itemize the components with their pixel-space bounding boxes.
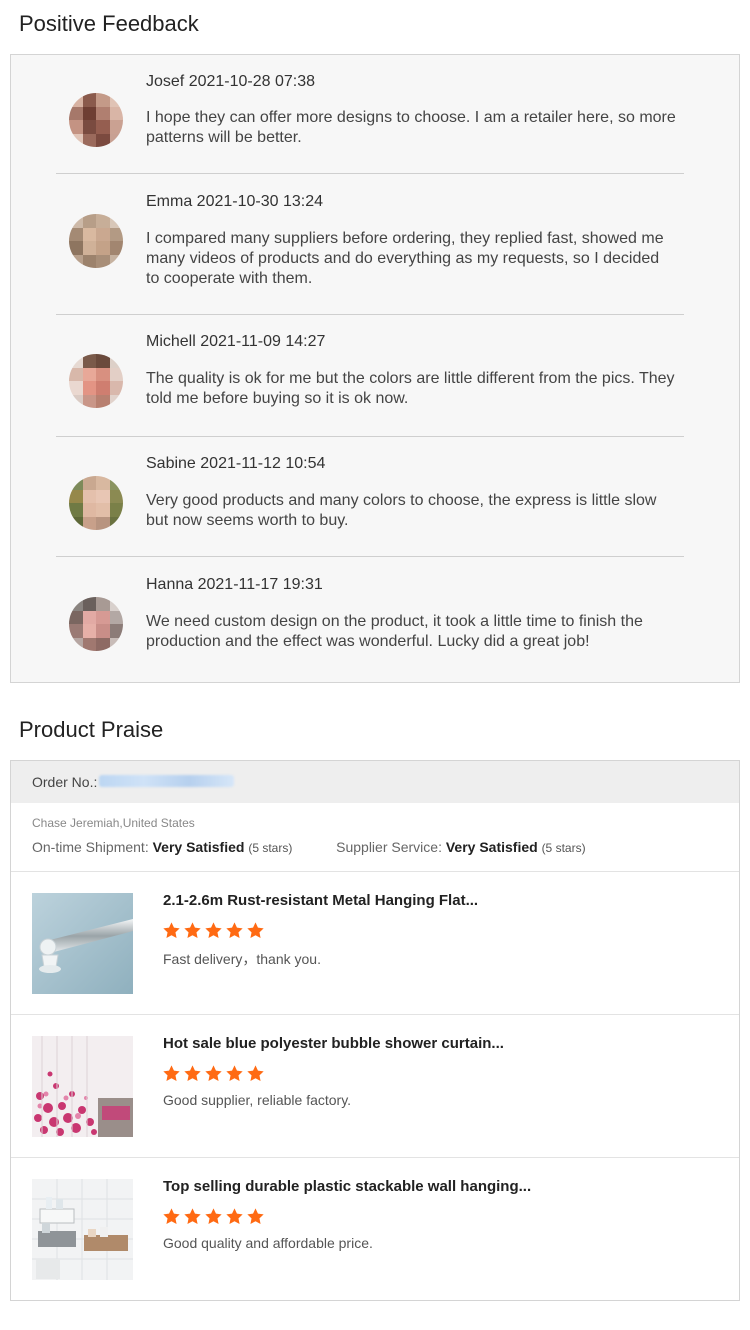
order-number-redacted [99, 775, 234, 787]
service-stars: (5 stars) [541, 841, 586, 855]
avatar [69, 214, 123, 268]
review-text: The quality is ok for me but the colors … [146, 370, 675, 407]
order-bar: Order No.: [11, 761, 739, 803]
avatar [69, 597, 123, 651]
reviewer-name-date: Sabine 2021-11-12 10:54 [146, 455, 326, 472]
star-icon [205, 922, 222, 939]
order-ratings: On-time Shipment: Very Satisfied (5 star… [32, 839, 586, 855]
reviewer-name-date: Josef 2021-10-28 07:38 [146, 73, 316, 90]
divider [56, 556, 684, 557]
product-title[interactable]: 2.1-2.6m Rust-resistant Metal Hanging Fl… [163, 892, 478, 909]
order-number-label: Order No.: [32, 774, 98, 790]
star-icon [184, 1065, 201, 1082]
star-icon [205, 1065, 222, 1082]
star-icon [163, 922, 180, 939]
product-row[interactable]: Hot sale blue polyester bubble shower cu… [11, 1014, 739, 1157]
positive-feedback-title: Positive Feedback [19, 11, 199, 36]
shipment-stars: (5 stars) [248, 841, 293, 855]
feedback-panel: Josef 2021-10-28 07:38 I hope they can o… [10, 54, 740, 683]
review-text: Very good products and many colors to ch… [146, 492, 657, 529]
star-rating [162, 921, 265, 940]
star-rating [162, 1064, 265, 1083]
review-text: We need custom design on the product, it… [146, 613, 643, 650]
product-review: Good quality and affordable price. [163, 1235, 373, 1251]
avatar [69, 354, 123, 408]
star-icon [184, 1208, 201, 1225]
product-row[interactable]: Top selling durable plastic stackable wa… [11, 1157, 739, 1300]
product-image-shower-curtain[interactable] [32, 1036, 133, 1137]
star-icon [226, 1065, 243, 1082]
divider [56, 436, 684, 437]
shipment-value: Very Satisfied [152, 839, 245, 855]
star-icon [163, 1065, 180, 1082]
shipment-label: On-time Shipment: [32, 839, 149, 855]
star-icon [163, 1208, 180, 1225]
praise-panel: Order No.: Chase Jeremiah,United States … [10, 760, 740, 1301]
product-review: Fast delivery，thank you. [163, 951, 321, 967]
product-row[interactable]: 2.1-2.6m Rust-resistant Metal Hanging Fl… [11, 871, 739, 1014]
star-rating [162, 1207, 265, 1226]
star-icon [247, 1065, 264, 1082]
review-text: I hope they can offer more designs to ch… [146, 109, 676, 146]
star-icon [226, 1208, 243, 1225]
reviewer-name-date: Emma 2021-10-30 13:24 [146, 193, 323, 210]
avatar [69, 476, 123, 530]
buyer-info: Chase Jeremiah,United States [32, 816, 195, 830]
divider [56, 173, 684, 174]
avatar [69, 93, 123, 147]
star-icon [247, 1208, 264, 1225]
product-review: Good supplier, reliable factory. [163, 1092, 352, 1108]
divider [56, 314, 684, 315]
product-image-curtain-rod[interactable] [32, 893, 133, 994]
star-icon [226, 922, 243, 939]
reviewer-name-date: Hanna 2021-11-17 19:31 [146, 576, 323, 593]
star-icon [205, 1208, 222, 1225]
reviewer-name-date: Michell 2021-11-09 14:27 [146, 333, 326, 350]
product-title[interactable]: Hot sale blue polyester bubble shower cu… [163, 1035, 504, 1052]
service-value: Very Satisfied [445, 839, 538, 855]
product-title[interactable]: Top selling durable plastic stackable wa… [163, 1178, 531, 1195]
product-image-wall-shelf[interactable] [32, 1179, 133, 1280]
star-icon [247, 922, 264, 939]
star-icon [184, 922, 201, 939]
service-label: Supplier Service: [336, 839, 442, 855]
product-praise-title: Product Praise [19, 717, 164, 742]
review-text: I compared many suppliers before orderin… [146, 230, 664, 287]
